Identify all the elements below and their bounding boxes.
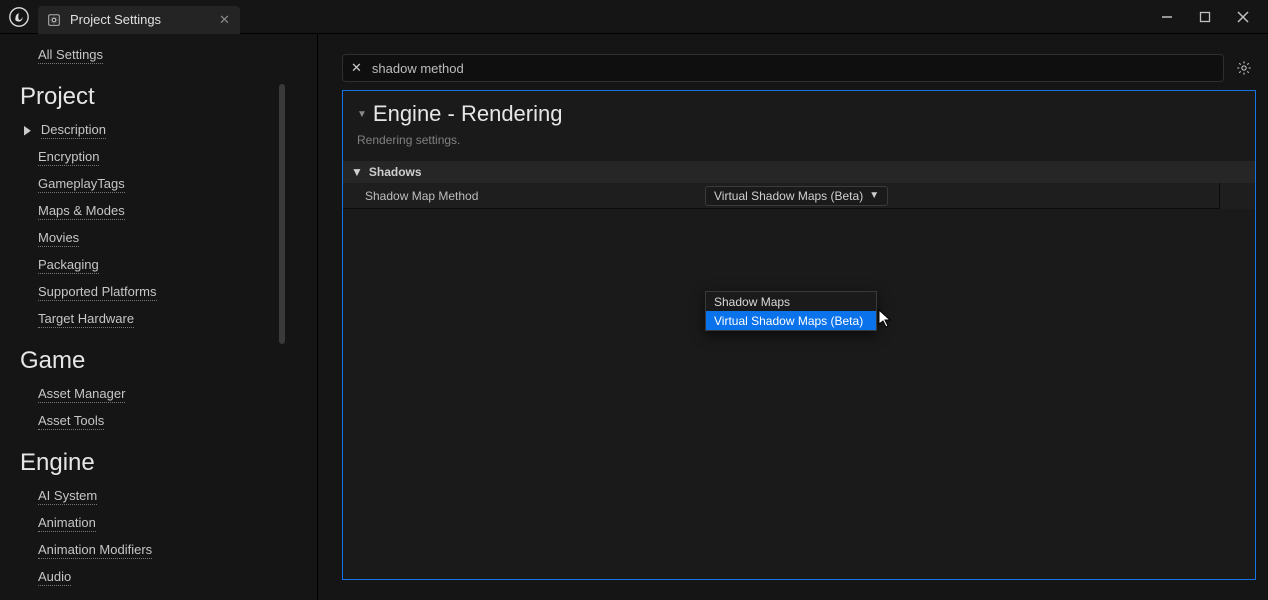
search-input[interactable]: ✕ shadow method [342,54,1224,82]
dropdown-option-shadow-maps[interactable]: Shadow Maps [706,292,876,311]
collapse-category-icon[interactable]: ▼ [351,165,363,179]
expand-icon[interactable]: ▶ [24,123,31,138]
collapse-panel-icon[interactable]: ▼ [357,109,367,120]
sidebar-section-engine: Engine [20,449,317,477]
titlebar-left: Project Settings ✕ [0,0,240,33]
category-shadows[interactable]: ▼ Shadows [343,161,1255,183]
chevron-down-icon: ▼ [869,190,879,201]
tab-project-settings[interactable]: Project Settings ✕ [38,6,240,34]
close-window-icon[interactable] [1236,10,1250,24]
settings-box-icon [46,12,62,28]
panel-subtitle: Rendering settings. [357,133,1241,147]
tab-close-icon[interactable]: ✕ [219,12,230,28]
sidebar-item-packaging[interactable]: Packaging [38,257,99,274]
settings-panel: ▼ Engine - Rendering Rendering settings.… [342,90,1256,580]
sidebar-item-encryption[interactable]: Encryption [38,149,99,166]
sidebar-section-project: Project [20,83,317,111]
dropdown-selected-value: Virtual Shadow Maps (Beta) [714,189,863,203]
app-logo-icon [4,2,34,32]
reset-to-default-slot [1219,183,1255,209]
tab-title: Project Settings [70,12,161,27]
category-label: Shadows [369,165,422,179]
sidebar: All Settings Project ▶ Description Encryp… [0,34,318,600]
shadow-map-method-dropdown[interactable]: Virtual Shadow Maps (Beta) ▼ [705,186,888,206]
titlebar: Project Settings ✕ [0,0,1268,34]
minimize-icon[interactable] [1160,10,1174,24]
sidebar-item-asset-tools[interactable]: Asset Tools [38,413,104,430]
property-row-shadow-map-method: Shadow Map Method Virtual Shadow Maps (B… [343,183,1255,209]
panel-title: Engine - Rendering [373,101,563,127]
content-area: ✕ shadow method ▼ Engine - Rendering Ren… [318,34,1268,600]
mouse-cursor-icon [878,309,894,332]
sidebar-item-gameplaytags[interactable]: GameplayTags [38,176,125,193]
sidebar-item-animation[interactable]: Animation [38,515,96,532]
sidebar-all-settings[interactable]: All Settings [38,47,103,64]
property-label: Shadow Map Method [343,189,705,203]
maximize-icon[interactable] [1198,10,1212,24]
sidebar-item-ai-system[interactable]: AI System [38,488,97,505]
sidebar-item-description[interactable]: Description [41,122,106,139]
dropdown-option-virtual-shadow-maps[interactable]: Virtual Shadow Maps (Beta) [706,311,876,330]
sidebar-item-movies[interactable]: Movies [38,230,79,247]
sidebar-item-animation-modifiers[interactable]: Animation Modifiers [38,542,152,559]
sidebar-item-supported-platforms[interactable]: Supported Platforms [38,284,157,301]
sidebar-item-target-hardware[interactable]: Target Hardware [38,311,134,328]
settings-gear-icon[interactable] [1232,56,1256,80]
sidebar-item-audio[interactable]: Audio [38,569,71,586]
window-controls [1160,10,1268,24]
sidebar-item-asset-manager[interactable]: Asset Manager [38,386,125,403]
clear-search-icon[interactable]: ✕ [351,60,362,76]
sidebar-section-game: Game [20,347,317,375]
sidebar-item-maps-modes[interactable]: Maps & Modes [38,203,125,220]
dropdown-popup: Shadow Maps Virtual Shadow Maps (Beta) [705,291,877,331]
search-value: shadow method [372,61,464,76]
sidebar-scrollbar[interactable] [279,84,285,344]
